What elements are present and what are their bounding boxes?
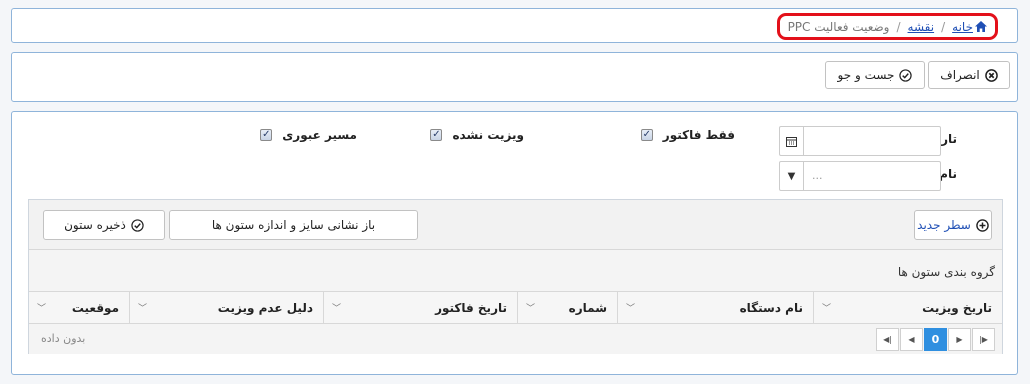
cancel-button[interactable]: انصراف [928,61,1010,89]
new-row-button[interactable]: سطر جدید [914,210,992,240]
breadcrumb-home-label: خانه [952,19,973,34]
home-icon [975,20,987,32]
action-toolbar: انصراف جست و جو [11,52,1018,102]
pager: |◀ ◀ 0 ▶ ▶| [876,328,995,351]
breadcrumb-map-link[interactable]: نقشه [908,20,935,34]
breadcrumb-separator: / [941,19,946,34]
save-columns-button[interactable]: ذخیره ستون [43,210,165,240]
check-circle-icon [131,218,144,232]
column-title: تاریخ فاکتور [435,301,507,315]
reset-columns-label: باز نشانی سایز و اندازه ستون ها [211,218,376,232]
device-placeholder: ... [812,169,823,182]
data-grid: سطر جدید باز نشانی سایز و اندازه ستون ها… [28,199,1003,354]
chevron-down-icon[interactable]: ﹀ [822,301,831,314]
column-title: موقعیت [71,301,119,315]
first-page-icon[interactable]: |◀ [876,328,899,351]
column-title: تاریخ ویزیت [922,301,992,315]
reset-columns-button[interactable]: باز نشانی سایز و اندازه ستون ها [169,210,418,240]
breadcrumb: خانه / نقشه / وضعیت فعالیت PPC [776,13,998,40]
next-page-icon[interactable]: ▶ [948,328,971,351]
grid-header: تاریخ ویزیت ﹀ نام دستگاه ﹀ شماره ﹀ تاریخ… [29,292,1002,324]
column-title: نام دستگاه [739,301,803,315]
route-label: مسیر عبوری [282,128,357,142]
search-label: جست و جو [837,68,895,82]
breadcrumb-panel: خانه / نقشه / وضعیت فعالیت PPC [11,8,1018,43]
save-columns-label: ذخیره ستون [64,218,126,232]
calendar-icon[interactable] [780,127,804,155]
grid-toolbar: سطر جدید باز نشانی سایز و اندازه ستون ها… [29,200,1002,250]
breadcrumb-home-link[interactable]: خانه [952,20,987,34]
column-title: دلیل عدم ویزیت [217,301,313,315]
checkbox-checked-icon[interactable]: ✓ [260,129,273,141]
chevron-down-icon[interactable]: ﹀ [626,301,635,314]
breadcrumb-current: وضعیت فعالیت PPC [787,19,890,34]
column-header-number[interactable]: شماره ﹀ [517,292,617,323]
route-checkbox[interactable]: مسیر عبوری ✓ [260,128,357,142]
empty-message: بدون داده [41,332,86,345]
column-header-visit-date[interactable]: تاریخ ویزیت ﹀ [813,292,1002,323]
column-header-device-name[interactable]: نام دستگاه ﹀ [617,292,813,323]
chevron-down-icon[interactable]: ﹀ [138,301,147,314]
previous-page-icon[interactable]: ◀ [900,328,923,351]
chevron-down-icon[interactable]: ﹀ [37,301,46,314]
checkbox-checked-icon[interactable]: ✓ [640,129,653,141]
not-visited-checkbox[interactable]: ویزیت نشده ✓ [430,128,524,142]
date-input[interactable] [779,126,941,156]
group-by-label: گروه بندی ستون ها [897,265,995,279]
last-page-icon[interactable]: ▶| [972,328,995,351]
search-button[interactable]: جست و جو [825,61,925,89]
checkbox-checked-icon[interactable]: ✓ [430,129,443,141]
current-page-button[interactable]: 0 [924,328,947,351]
dropdown-arrow-icon[interactable]: ▼ [780,162,804,190]
column-header-invoice-date[interactable]: تاریخ فاکتور ﹀ [323,292,517,323]
only-invoice-label: فقط فاکتور [662,128,735,142]
new-row-label: سطر جدید [917,218,971,232]
plus-circle-icon [976,218,989,232]
breadcrumb-separator: / [896,19,901,34]
device-select[interactable]: ▼ ... [779,161,941,191]
group-by-area[interactable]: گروه بندی ستون ها [29,250,1002,292]
chevron-down-icon[interactable]: ﹀ [332,301,341,314]
column-header-location[interactable]: موقعیت ﹀ [29,292,129,323]
column-title: شماره [568,301,607,315]
grid-footer: |◀ ◀ 0 ▶ ▶| بدون داده [29,324,1002,354]
cancel-icon [984,68,998,82]
cancel-label: انصراف [940,68,980,82]
main-panel: تاریخ نام دستگاه ▼ ... فقط فاکتور ✓ ویزی… [11,111,1018,375]
only-invoice-checkbox[interactable]: فقط فاکتور ✓ [640,128,735,142]
chevron-down-icon[interactable]: ﹀ [526,301,535,314]
column-header-no-visit-reason[interactable]: دلیل عدم ویزیت ﹀ [129,292,323,323]
not-visited-label: ویزیت نشده [452,128,524,142]
check-circle-icon [899,68,913,82]
